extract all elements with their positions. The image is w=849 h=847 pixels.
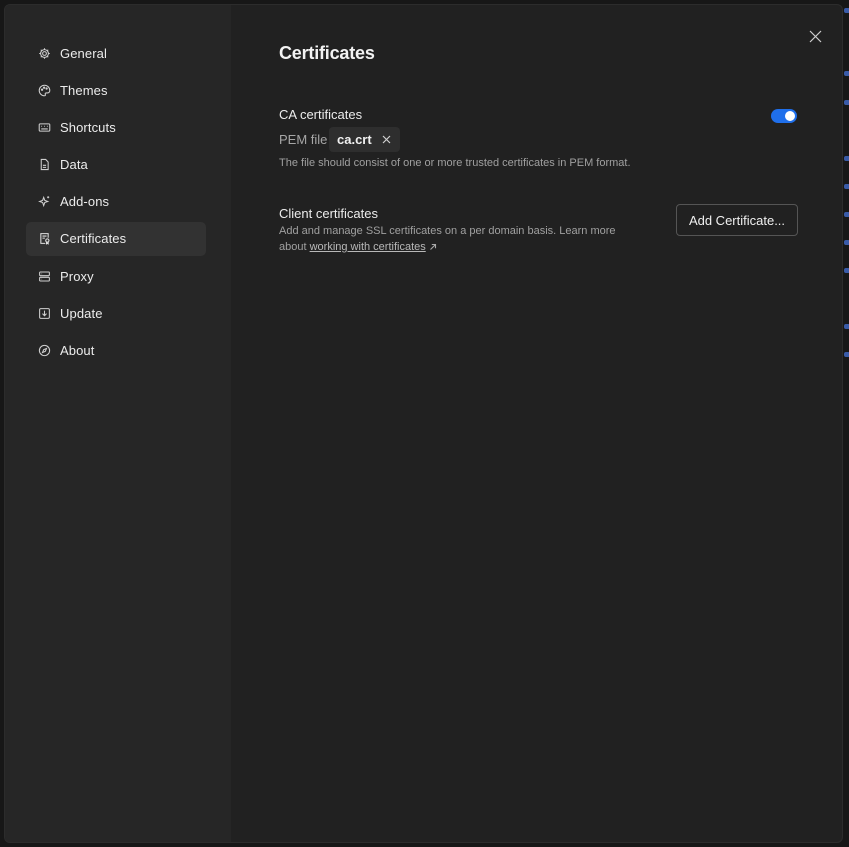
document-icon [37,158,51,172]
close-icon [382,135,391,144]
sidebar-item-shortcuts[interactable]: Shortcuts [26,110,206,144]
pem-file-label: PEM file [279,132,328,147]
working-with-certificates-link[interactable]: working with certificates [310,241,426,253]
remove-file-button[interactable] [381,134,392,145]
sidebar-item-label: Themes [60,82,108,98]
settings-dialog: General Themes Shortcuts Data Add-ons Ce… [4,4,843,843]
add-certificate-button[interactable]: Add Certificate... [676,204,798,236]
compass-icon [37,344,51,358]
sidebar-item-label: Shortcuts [60,119,116,135]
keyboard-icon [37,120,51,134]
gear-icon [37,46,51,60]
sidebar-item-label: Certificates [60,231,127,247]
client-hint-prefix: about [279,241,307,253]
pem-file-name: ca.crt [337,132,372,147]
sidebar-item-themes[interactable]: Themes [26,73,206,107]
client-certificates-hint: Add and manage SSL certificates on a per… [279,223,659,255]
sidebar-item-add-ons[interactable]: Add-ons [26,185,206,219]
sidebar-item-label: About [60,343,95,358]
sidebar-item-label: Update [60,305,103,321]
palette-icon [37,83,51,97]
sidebar-item-label: Add-ons [60,194,110,210]
sidebar-item-proxy[interactable]: Proxy [26,259,206,293]
sidebar-item-label: Data [60,157,88,173]
toggle-knob [785,111,795,121]
ca-certificates-title: CA certificates [279,107,363,122]
client-certificates-title: Client certificates [279,206,378,221]
client-hint-text: Add and manage SSL certificates on a per… [279,225,616,237]
certificate-icon [37,232,51,246]
settings-nav: General Themes Shortcuts Data Add-ons Ce… [26,36,206,371]
server-icon [37,269,51,283]
sparkle-icon [37,195,51,209]
ca-certificates-toggle[interactable] [771,109,797,123]
sidebar-item-data[interactable]: Data [26,148,206,182]
background-editor-glimpse [843,0,849,847]
close-button[interactable] [807,28,823,44]
settings-sidebar: General Themes Shortcuts Data Add-ons Ce… [5,5,231,842]
sidebar-item-update[interactable]: Update [26,296,206,330]
sidebar-item-certificates[interactable]: Certificates [26,221,206,256]
settings-content: Certificates CA certificates PEM file ca… [231,5,842,842]
pem-file-chip: ca.crt [329,127,400,152]
sidebar-item-about[interactable]: About [26,334,206,368]
page-title: Certificates [279,43,375,63]
download-icon [37,306,51,320]
sidebar-item-general[interactable]: General [26,36,206,70]
sidebar-item-label: General [60,45,107,61]
external-link-icon [429,244,436,250]
close-icon [809,30,821,42]
ca-certificates-hint: The file should consist of one or more t… [279,157,631,169]
sidebar-item-label: Proxy [60,268,94,284]
